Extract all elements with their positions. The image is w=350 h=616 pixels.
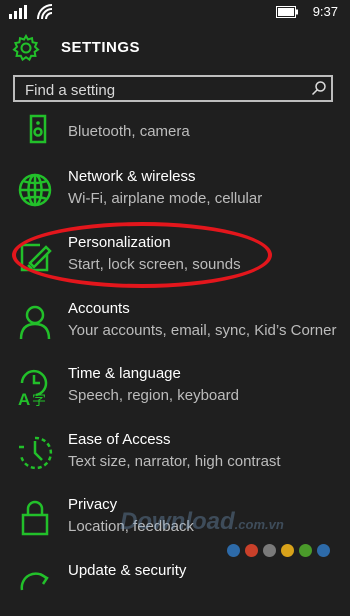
dot-red (245, 544, 258, 557)
page-title: SETTINGS (61, 39, 141, 56)
watermark-suffix: .com.vn (234, 517, 284, 532)
search-box[interactable] (13, 75, 333, 102)
clock-time: 9:37 (312, 4, 338, 19)
settings-item-title: Update & security (68, 562, 187, 579)
person-icon (19, 305, 51, 340)
dot-grey (263, 544, 276, 557)
ease-of-access-icon (19, 436, 53, 470)
watermark-text: Download (120, 508, 235, 535)
search-input[interactable] (23, 79, 307, 101)
settings-item-accounts[interactable]: Accounts Your accounts, email, sync, Kid… (0, 292, 350, 354)
settings-item-title: Ease of Access (68, 431, 171, 448)
page-header: SETTINGS (0, 30, 350, 66)
settings-item-network[interactable]: Network & wireless Wi-Fi, airplane mode,… (0, 160, 350, 222)
settings-item-desc: Bluetooth, camera (68, 123, 190, 140)
watermark: Download.com.vn (120, 508, 284, 536)
settings-item-title: Accounts (68, 300, 130, 317)
settings-item-title: Time & language (68, 365, 181, 382)
settings-item-title: Privacy (68, 496, 118, 513)
settings-item-desc: Start, lock screen, sounds (68, 256, 241, 273)
speaker-icon (29, 114, 47, 144)
watermark-dots (227, 544, 335, 562)
status-bar: 9:37 (0, 0, 350, 24)
dot-green (299, 544, 312, 557)
dot-yellow (281, 544, 294, 557)
settings-item-desc: Speech, region, keyboard (68, 387, 239, 404)
refresh-icon (20, 572, 49, 591)
clock-language-icon: A 字 (18, 369, 48, 407)
settings-item-desc: Your accounts, email, sync, Kid’s Corner (68, 322, 337, 339)
dot-blue (227, 544, 240, 557)
settings-item-desc: Wi-Fi, airplane mode, cellular (68, 190, 263, 207)
svg-text:A: A (18, 390, 30, 407)
settings-item-title: Network & wireless (68, 168, 196, 185)
settings-item-time-language[interactable]: A 字 Time & language Speech, region, keyb… (0, 357, 350, 419)
paintbrush-icon (20, 243, 52, 272)
settings-item-update-security[interactable]: Update & security (0, 554, 350, 616)
settings-item-title: Personalization (68, 234, 171, 251)
dot-blue-2 (317, 544, 330, 557)
lock-icon (21, 500, 49, 536)
signal-icon (9, 5, 27, 19)
search-icon[interactable] (311, 80, 327, 96)
settings-item-desc: Text size, narrator, high contrast (68, 453, 281, 470)
svg-text:字: 字 (32, 392, 46, 407)
gear-icon (12, 34, 40, 62)
settings-item-personalization[interactable]: Personalization Start, lock screen, soun… (0, 226, 350, 288)
settings-item-ease-of-access[interactable]: Ease of Access Text size, narrator, high… (0, 423, 350, 485)
globe-icon (18, 173, 52, 207)
battery-icon (276, 6, 298, 18)
wifi-icon (37, 4, 53, 20)
